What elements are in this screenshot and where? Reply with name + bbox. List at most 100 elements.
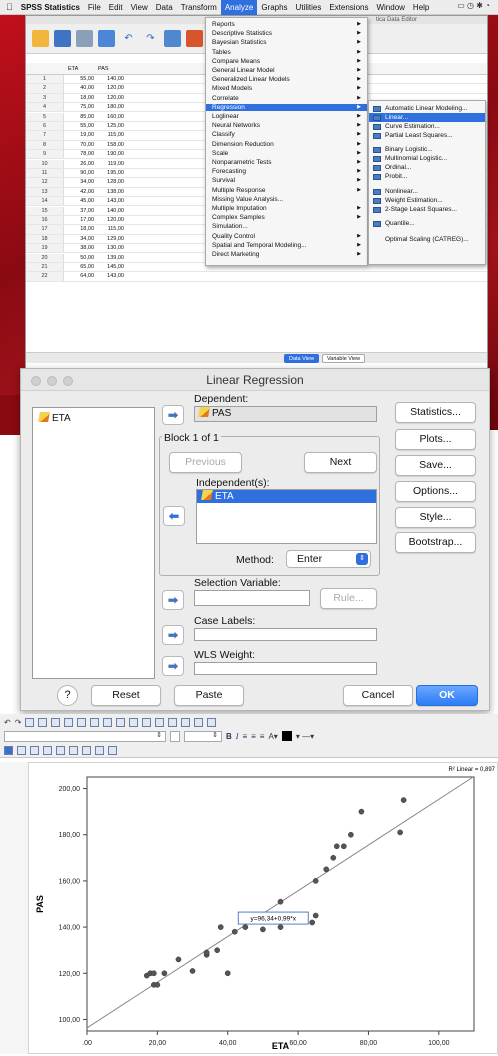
menu-app-name[interactable]: SPSS Statistics xyxy=(17,3,84,12)
area-chart-icon[interactable] xyxy=(43,745,52,755)
regression-menu-item[interactable]: Weight Estimation... xyxy=(369,196,485,205)
analyze-menu-item[interactable]: Descriptive Statistics ▶ xyxy=(206,30,367,37)
table-cell[interactable]: 158,00 xyxy=(94,141,124,150)
table-cell[interactable]: 190,00 xyxy=(94,150,124,159)
data-labels-icon[interactable] xyxy=(77,717,87,727)
data-point[interactable] xyxy=(312,878,319,884)
zoom-window-icon[interactable] xyxy=(63,376,73,386)
table-cell[interactable]: 17,00 xyxy=(64,216,94,225)
table-cell[interactable]: 143,00 xyxy=(94,272,124,281)
data-point[interactable] xyxy=(400,797,407,803)
data-point[interactable] xyxy=(330,854,337,861)
data-point[interactable] xyxy=(277,898,284,905)
menu-transform[interactable]: Transform xyxy=(177,3,221,12)
previous-block-button[interactable]: Previous xyxy=(169,452,242,473)
analyze-menu-item[interactable]: Tables ▶ xyxy=(206,49,367,56)
data-point[interactable] xyxy=(203,949,210,956)
menu-view[interactable]: View xyxy=(127,3,152,12)
spike-icon[interactable] xyxy=(95,745,104,755)
analyze-menu-item[interactable]: Scale ▶ xyxy=(206,150,367,157)
grid-icon[interactable] xyxy=(90,717,100,727)
table-cell[interactable]: 18,00 xyxy=(64,225,94,234)
align-right-icon[interactable]: ≡ xyxy=(260,732,265,741)
next-block-button[interactable]: Next xyxy=(304,452,377,473)
line-chart-icon[interactable] xyxy=(30,745,39,755)
analyze-menu-item[interactable]: Simulation... xyxy=(206,223,367,230)
undo-icon[interactable]: ↶ xyxy=(4,718,11,727)
data-point[interactable] xyxy=(309,919,316,926)
regression-menu-item[interactable]: Multinomial Logistic... xyxy=(369,154,485,163)
regression-menu-item[interactable]: Probit... xyxy=(369,172,485,181)
table-cell[interactable]: 120,00 xyxy=(94,216,124,225)
minimize-window-icon[interactable] xyxy=(47,376,57,386)
table-cell[interactable]: 19,00 xyxy=(64,131,94,140)
table-cell[interactable]: 50,00 xyxy=(64,254,94,263)
analyze-menu-item[interactable]: Forecasting ▶ xyxy=(206,168,367,175)
bar-chart-icon[interactable] xyxy=(17,745,26,755)
data-point[interactable] xyxy=(242,924,249,930)
menu-window[interactable]: Window xyxy=(372,3,408,12)
data-point[interactable] xyxy=(217,924,224,930)
regression-menu-item[interactable]: Curve Estimation... xyxy=(369,122,485,131)
dependent-field[interactable]: PAS xyxy=(194,406,377,422)
table-cell[interactable]: 26,00 xyxy=(64,160,94,169)
regression-menu-item[interactable]: Partial Least Squares... xyxy=(369,131,485,140)
table-cell[interactable]: 130,00 xyxy=(94,244,124,253)
column-header-pas[interactable]: PAS xyxy=(98,66,109,72)
menu-utilities[interactable]: Utilities xyxy=(292,3,326,12)
y-axis-icon[interactable] xyxy=(51,717,61,727)
move-to-dependent-button[interactable]: ➡ xyxy=(162,405,184,425)
table-cell[interactable]: 125,00 xyxy=(94,122,124,131)
redo-icon[interactable]: ↷ xyxy=(142,30,159,47)
move-to-case-labels-button[interactable]: ➡ xyxy=(162,625,184,645)
reset-button[interactable]: Reset xyxy=(91,685,161,706)
wls-weight-field[interactable] xyxy=(194,662,377,675)
close-window-icon[interactable] xyxy=(31,376,41,386)
scale-icon[interactable] xyxy=(64,717,74,727)
table-cell[interactable]: 140,00 xyxy=(94,207,124,216)
data-point[interactable] xyxy=(161,970,168,977)
analyze-menu-item[interactable]: Direct Marketing ▶ xyxy=(206,251,367,258)
data-point[interactable] xyxy=(154,981,161,988)
text-color-icon[interactable]: A▾ xyxy=(268,732,277,741)
analyze-menu-item[interactable]: Neural Networks ▶ xyxy=(206,122,367,129)
table-cell[interactable]: 195,00 xyxy=(94,169,124,178)
table-cell[interactable]: 78,00 xyxy=(64,150,94,159)
independent-list[interactable]: ETA xyxy=(196,489,377,544)
table-cell[interactable]: 42,00 xyxy=(64,188,94,197)
table-cell[interactable]: 75,00 xyxy=(64,103,94,112)
analyze-menu-item[interactable]: Regression ▶ xyxy=(206,103,367,112)
italic-button[interactable]: I xyxy=(236,732,239,741)
analyze-menu-item[interactable]: General Linear Model ▶ xyxy=(206,67,367,74)
menu-extensions[interactable]: Extensions xyxy=(325,3,372,12)
fill-color-icon[interactable] xyxy=(281,731,292,741)
cancel-button[interactable]: Cancel xyxy=(343,685,413,706)
analyze-menu-item[interactable]: Missing Value Analysis... xyxy=(206,196,367,203)
selection-variable-field[interactable] xyxy=(194,590,310,606)
regression-menu-item[interactable]: 2-Stage Least Squares... xyxy=(369,205,485,214)
table-cell[interactable]: 90,00 xyxy=(64,169,94,178)
apple-icon[interactable]:  xyxy=(0,2,17,12)
regression-menu-item[interactable]: Nonlinear... xyxy=(369,187,485,196)
data-point[interactable] xyxy=(358,808,365,815)
table-cell[interactable]: 143,00 xyxy=(94,197,124,206)
help-button[interactable]: ? xyxy=(57,685,78,706)
footnote-icon[interactable] xyxy=(181,717,191,727)
bootstrap-button[interactable]: Bootstrap... xyxy=(395,532,476,553)
menu-graphs[interactable]: Graphs xyxy=(257,3,291,12)
case-labels-field[interactable] xyxy=(194,628,377,641)
independent-item-eta[interactable]: ETA xyxy=(197,490,376,503)
move-to-independent-button[interactable]: ⬅ xyxy=(163,506,185,526)
table-cell[interactable]: 55,00 xyxy=(64,122,94,131)
regression-menu-item[interactable]: Optimal Scaling (CATREG)... xyxy=(369,235,485,244)
variable-source-list[interactable]: ETA xyxy=(32,407,155,679)
table-cell[interactable]: 37,00 xyxy=(64,207,94,216)
table-cell[interactable]: 160,00 xyxy=(94,113,124,122)
table-cell[interactable]: 115,00 xyxy=(94,131,124,140)
goto-case-icon[interactable] xyxy=(164,30,181,47)
scatter-icon[interactable] xyxy=(56,745,65,755)
save-button[interactable]: Save... xyxy=(395,455,476,476)
analyze-menu-item[interactable]: Quality Control ▶ xyxy=(206,233,367,240)
menu-edit[interactable]: Edit xyxy=(105,3,127,12)
data-point[interactable] xyxy=(397,829,403,836)
